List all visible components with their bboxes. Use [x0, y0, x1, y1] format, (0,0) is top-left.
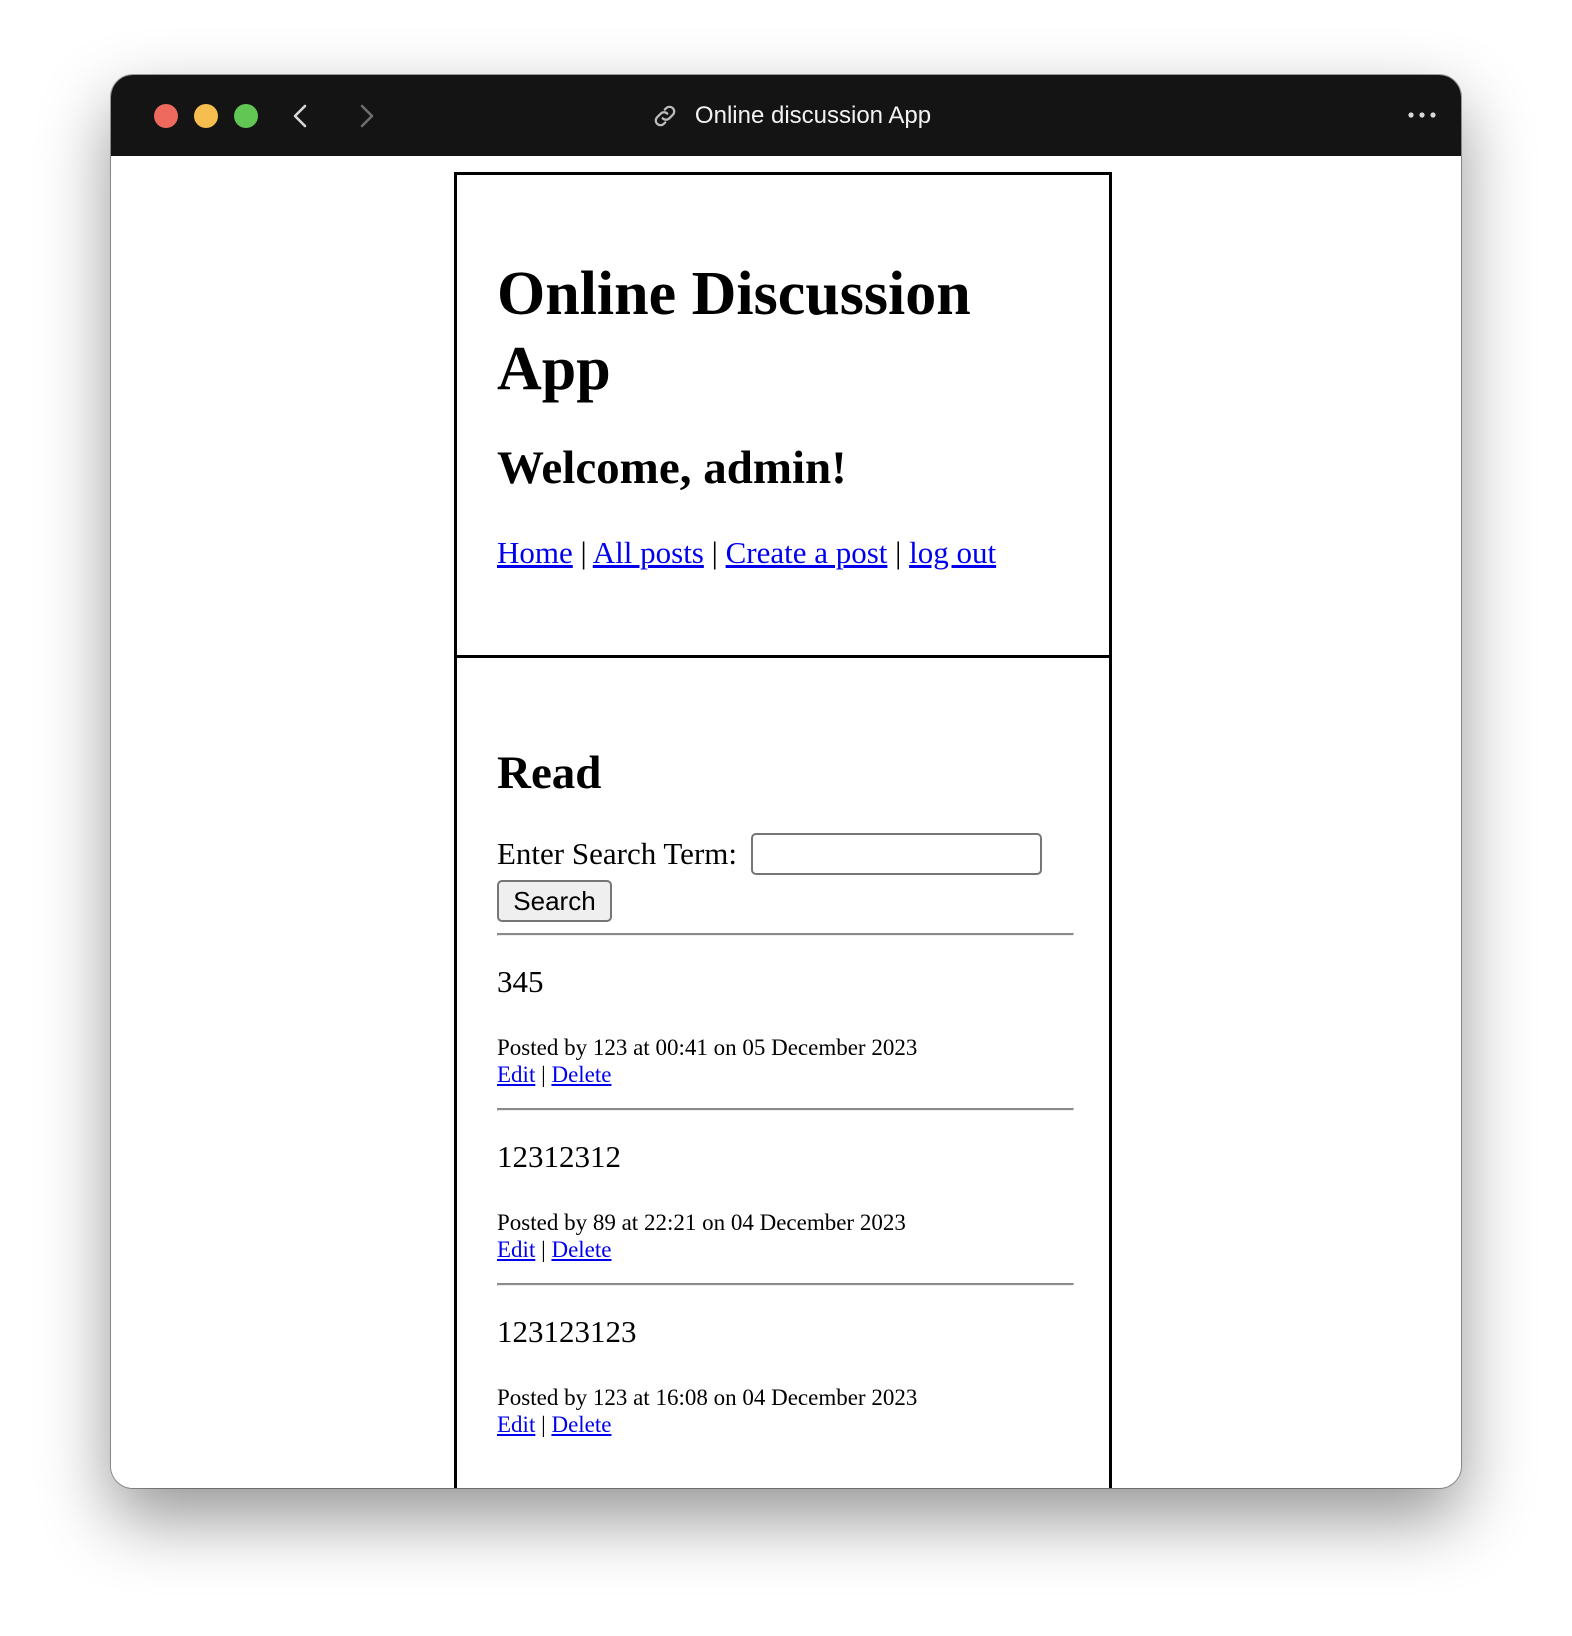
divider — [497, 933, 1074, 936]
post-actions: Edit | Delete — [497, 1237, 612, 1262]
search-button[interactable]: Search — [497, 880, 612, 922]
delete-post-link[interactable]: Delete — [551, 1062, 611, 1087]
nav-link-log-out[interactable]: log out — [909, 535, 996, 570]
more-options-icon[interactable] — [1405, 103, 1439, 127]
search-form: Enter Search Term: — [497, 833, 1057, 875]
search-input[interactable] — [750, 833, 1042, 875]
nav-separator: | — [703, 535, 726, 570]
nav-separator: | — [887, 535, 910, 570]
nav-separator: | — [572, 535, 593, 570]
post-meta: Posted by 123 at 16:08 on 04 December 20… — [497, 1384, 917, 1438]
page-content: Online Discussion App Welcome, admin! Ho… — [111, 156, 1461, 1488]
nav-link-all-posts[interactable]: All posts — [593, 535, 704, 570]
post-meta: Posted by 89 at 22:21 on 04 December 202… — [497, 1209, 906, 1263]
browser-window: Online discussion App Online Discussion … — [111, 75, 1461, 1488]
title-bar: Online discussion App — [111, 75, 1461, 156]
post-byline: Posted by 89 at 22:21 on 04 December 202… — [497, 1210, 906, 1235]
post-actions: Edit | Delete — [497, 1062, 612, 1087]
post-title: 12312312 — [497, 1139, 621, 1174]
divider — [497, 1108, 1074, 1111]
forward-arrow-icon[interactable] — [351, 100, 381, 132]
welcome-message: Welcome, admin! — [497, 442, 847, 494]
link-icon — [654, 105, 676, 126]
minimize-window-button[interactable] — [194, 104, 218, 128]
edit-post-link[interactable]: Edit — [497, 1412, 535, 1437]
delete-post-link[interactable]: Delete — [551, 1237, 611, 1262]
nav-link-create-post[interactable]: Create a post — [726, 535, 888, 570]
page-title: Online Discussion App — [497, 260, 971, 403]
post-title: 123123123 — [497, 1314, 637, 1349]
window-title: Online discussion App — [694, 101, 932, 129]
delete-post-link[interactable]: Delete — [551, 1412, 611, 1437]
post-title: 345 — [497, 964, 544, 999]
post-meta: Posted by 123 at 00:41 on 05 December 20… — [497, 1034, 917, 1088]
maximize-window-button[interactable] — [234, 104, 258, 128]
search-label: Enter Search Term: — [497, 836, 737, 871]
read-panel: Read Enter Search Term: Search 345 Poste… — [454, 655, 1112, 1488]
back-arrow-icon[interactable] — [286, 100, 316, 132]
post-byline: Posted by 123 at 00:41 on 05 December 20… — [497, 1035, 918, 1060]
header-panel: Online Discussion App Welcome, admin! Ho… — [454, 172, 1112, 658]
close-window-button[interactable] — [154, 104, 178, 128]
divider — [497, 1283, 1074, 1286]
nav-link-home[interactable]: Home — [497, 535, 573, 570]
read-heading: Read — [497, 747, 602, 799]
main-nav: Home | All posts | Create a post | log o… — [497, 535, 996, 571]
edit-post-link[interactable]: Edit — [497, 1237, 535, 1262]
post-actions: Edit | Delete — [497, 1412, 612, 1437]
post-byline: Posted by 123 at 16:08 on 04 December 20… — [497, 1385, 918, 1410]
edit-post-link[interactable]: Edit — [497, 1062, 535, 1087]
